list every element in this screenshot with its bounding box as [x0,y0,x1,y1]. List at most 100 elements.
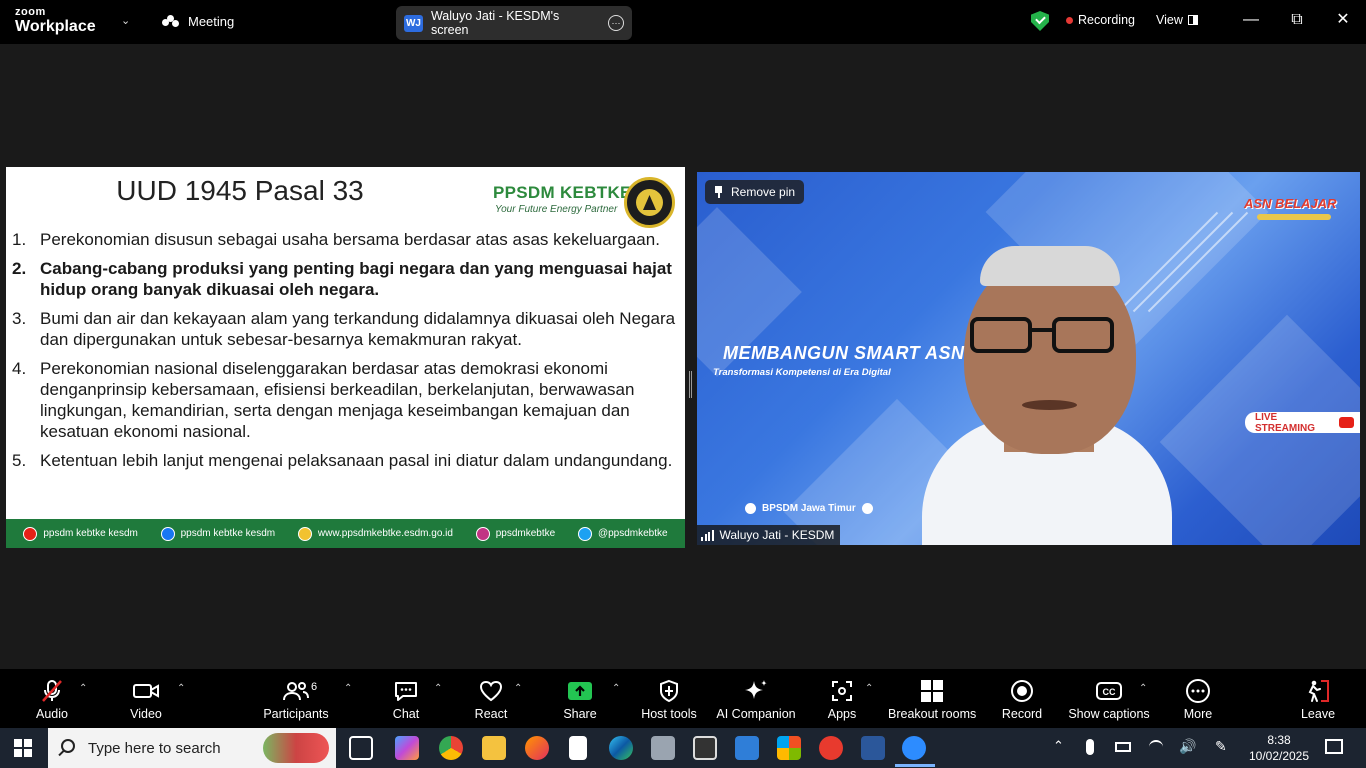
list-item-number: 1. [12,230,27,249]
social-footer: ppsdm kebtke kesdm ppsdm kebtke kesdm www.… [6,519,685,548]
screen-share-indicator[interactable]: WJ Waluyo Jati - KESDM's screen ··· [396,6,632,40]
more-button[interactable]: More [1178,677,1218,721]
meeting-menu[interactable]: Meeting [162,14,234,29]
search-icon [61,739,75,753]
apps-label: Apps [827,707,857,721]
show-captions-button[interactable]: CC Show captions [1068,677,1150,721]
share-button[interactable]: Share [560,677,600,721]
video-options-caret-icon[interactable]: ⌃ [177,683,185,694]
zoom-taskbar-icon[interactable] [902,736,926,760]
wifi-icon[interactable] [1149,740,1163,754]
list-item: 4. Perekonomian nasional diselenggarakan … [12,358,680,442]
react-button[interactable]: React [470,677,512,721]
apps-icon [824,677,860,705]
close-button[interactable]: ✕ [1331,10,1355,30]
notifications-icon[interactable] [1325,739,1343,754]
muted-microphone-icon [30,677,74,705]
list-item-text: Perekonomian disusun sebagai usaha bersa… [40,230,660,249]
printer-icon[interactable] [651,736,675,760]
live-label: LIVE STREAMING [1255,411,1315,434]
mail-icon[interactable] [735,736,759,760]
firefox-icon[interactable] [525,736,549,760]
leave-button[interactable]: Leave [1298,677,1338,721]
chevron-down-icon[interactable]: ⌄ [121,14,130,27]
more-options-icon[interactable]: ··· [608,15,624,31]
audio-options-caret-icon[interactable]: ⌃ [79,683,87,694]
facebook-icon [745,503,756,514]
host-tools-button[interactable]: Host tools [640,677,698,721]
document-icon[interactable] [569,736,587,760]
participant-person [922,242,1172,545]
react-label: React [474,707,508,721]
copilot-icon[interactable] [395,736,419,760]
pinned-video-tile[interactable]: ASN BELAJAR MEMBANGUN SMART ASN Transfor… [697,172,1360,545]
chat-options-caret-icon[interactable]: ⌃ [434,683,442,694]
breakout-rooms-label: Breakout rooms [888,707,977,721]
split-resize-handle[interactable] [689,371,692,398]
chevron-up-icon[interactable]: ⌃ [1053,738,1064,754]
chrome-icon[interactable] [439,736,463,760]
apps-button[interactable]: Apps [824,677,860,721]
participants-button[interactable]: Participants [262,677,330,721]
asn-logo-ribbon [1257,214,1331,220]
share-label: Waluyo Jati - KESDM's screen [430,9,560,37]
view-label: View [1156,13,1183,27]
share-options-caret-icon[interactable]: ⌃ [612,683,620,694]
pen-icon[interactable]: ✎ [1215,738,1227,755]
recording-indicator[interactable]: Recording [1066,13,1135,27]
react-options-caret-icon[interactable]: ⌃ [514,683,522,694]
system-clock[interactable]: 8:38 10/02/2025 [1247,732,1311,764]
recording-label: Recording [1078,13,1135,27]
youtube-icon [1338,417,1354,428]
security-shield-icon[interactable] [1031,11,1049,31]
social-entry: ppsdm kebtke kesdm [160,526,276,541]
social-text: ppsdm kebtke kesdm [43,528,138,539]
social-text: ppsdm kebtke kesdm [180,528,276,539]
slide-title: UUD 1945 Pasal 33 [116,175,364,206]
edge-icon[interactable] [609,736,633,760]
audio-button[interactable]: Audio [30,677,74,721]
sharer-avatar: WJ [404,14,423,32]
list-item-number: 2. [12,259,27,278]
zoom-workplace-logo[interactable]: zoom Workplace [15,7,96,35]
glasses-right [1052,317,1114,353]
view-menu[interactable]: View [1156,13,1198,27]
chat-button[interactable]: Chat [386,677,426,721]
meeting-toolbar: Audio ⌃ Video ⌃ Participants 6 ⌃ Chat ⌃ [0,669,1366,728]
record-button[interactable]: Record [1000,677,1044,721]
video-button[interactable]: Video [124,677,168,721]
volume-icon[interactable]: 🔊 [1179,738,1196,755]
captions-options-caret-icon[interactable]: ⌃ [1139,683,1147,694]
share-label: Share [563,707,597,721]
esdm-emblem-icon [624,177,675,228]
participants-options-caret-icon[interactable]: ⌃ [344,683,352,694]
battery-icon[interactable] [1115,742,1131,752]
remove-pin-button[interactable]: Remove pin [705,180,805,204]
ai-companion-label: AI Companion [716,707,796,721]
video-label: Video [130,707,162,721]
minimize-button[interactable]: — [1239,10,1263,30]
list-item-text: Cabang-cabang produksi yang penting bagi… [40,259,672,299]
social-entry: www.ppsdmkebtke.esdm.go.id [297,526,453,541]
shared-screen[interactable]: UUD 1945 Pasal 33 PPSDM KEBTKE Your Futu… [6,167,685,548]
instagram-icon [861,503,873,514]
ai-companion-button[interactable]: AI Companion [714,677,798,721]
windows-start-icon[interactable] [14,739,32,757]
wps-office-icon[interactable] [819,736,843,760]
camera-icon [124,677,168,705]
participants-count: 6 [311,681,318,693]
people-icon [162,14,180,29]
microphone-icon[interactable] [1086,739,1094,755]
task-view-icon[interactable] [349,736,373,760]
logo-tagline: Your Future Energy Partner [495,204,618,215]
media-app-icon[interactable] [693,736,717,760]
asn-belajar-logo: ASN BELAJAR [1244,196,1337,211]
apps-options-caret-icon[interactable]: ⌃ [865,683,873,694]
restore-button[interactable]: ⧉ [1285,10,1309,30]
meeting-label: Meeting [188,14,235,29]
breakout-rooms-button[interactable]: Breakout rooms [888,677,976,721]
word-icon[interactable] [861,736,885,760]
file-explorer-icon[interactable] [482,736,506,760]
taskbar-search[interactable]: Type here to search [48,728,336,768]
store-icon[interactable] [777,736,801,760]
